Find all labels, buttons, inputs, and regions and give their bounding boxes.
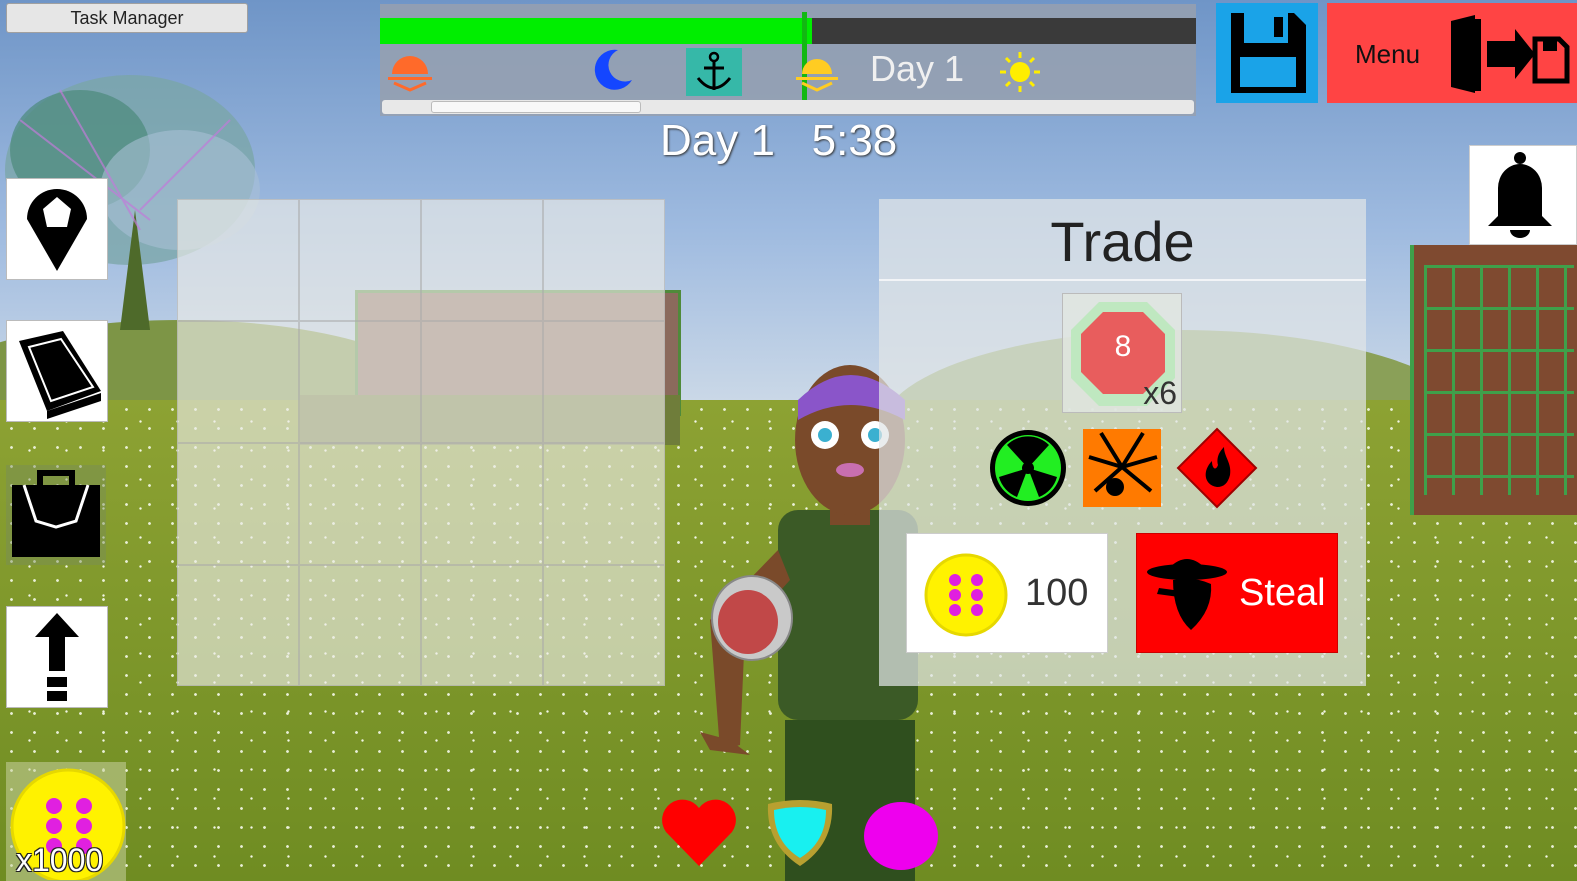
flammable-icon [1176, 427, 1258, 509]
anchor-icon [696, 51, 732, 90]
time-progress-track [380, 18, 1196, 44]
sidebar-upgrade-button[interactable] [6, 606, 108, 708]
trade-item-slot[interactable]: 8 x6 [1062, 293, 1182, 413]
backpack-icon [12, 470, 100, 557]
book-icon [19, 331, 101, 419]
inventory-slot[interactable] [421, 199, 543, 321]
buy-price: 100 [1025, 572, 1089, 614]
inventory-slot[interactable] [299, 443, 421, 565]
inventory-slot[interactable] [543, 199, 665, 321]
currency-slot: x1000 [6, 762, 126, 881]
sidebar-backpack-button[interactable] [6, 465, 106, 565]
floppy-disk-icon [1231, 13, 1306, 93]
currency-amount: x1000 [16, 842, 104, 878]
up-arrow-icon [35, 613, 79, 701]
trade-title: Trade [1050, 210, 1195, 273]
radioactive-icon [990, 430, 1066, 506]
steal-button[interactable]: Steal [1136, 533, 1338, 653]
task-manager-label: Task Manager [70, 7, 184, 28]
sun-icon [1000, 52, 1040, 92]
sidebar-book-button[interactable] [6, 320, 108, 422]
inventory-slot[interactable] [299, 199, 421, 321]
inventory-slot[interactable] [177, 565, 299, 686]
explosive-icon [1083, 429, 1161, 507]
map-pin-icon [27, 189, 87, 271]
inventory-slot[interactable] [421, 443, 543, 565]
thief-icon [1147, 559, 1227, 630]
clock-display: Day 1 5:38 [660, 116, 897, 166]
inventory-slot[interactable] [177, 199, 299, 321]
sidebar-map-button[interactable] [6, 178, 108, 280]
inventory-slot[interactable] [421, 565, 543, 686]
time-scroll-thumb[interactable] [430, 101, 641, 113]
trade-divider [879, 279, 1366, 281]
bell-icon [1488, 152, 1552, 238]
building-right [1410, 245, 1577, 515]
trade-item-count: x6 [1143, 375, 1177, 411]
notifications-button[interactable] [1469, 145, 1577, 245]
buy-button[interactable]: 100 [906, 533, 1108, 653]
shield-icon [767, 800, 833, 866]
inventory-slot[interactable] [299, 321, 421, 443]
sunrise-icon [796, 59, 838, 92]
task-manager-button[interactable]: Task Manager [6, 3, 248, 33]
inventory-slot[interactable] [177, 443, 299, 565]
inventory-slot[interactable] [543, 443, 665, 565]
time-progress-fill [380, 18, 813, 44]
inventory-slot[interactable] [299, 565, 421, 686]
day-label: Day 1 [870, 48, 965, 89]
anchor-button[interactable] [686, 48, 742, 96]
time-scrollbar[interactable] [382, 100, 1194, 114]
clock-time: 5:38 [811, 116, 898, 165]
inventory-slot[interactable] [177, 321, 299, 443]
save-button[interactable] [1216, 3, 1318, 103]
inventory-slot[interactable] [543, 565, 665, 686]
mana-orb-icon [864, 802, 938, 870]
exit-save-icon [1451, 15, 1570, 93]
menu-label: Menu [1355, 39, 1421, 69]
svg-text:8: 8 [1115, 330, 1132, 363]
time-bar-panel: Day 1 [380, 4, 1196, 116]
inventory-grid [177, 199, 665, 686]
trade-panel: Trade 8 x6 100 Steal [879, 199, 1366, 686]
inventory-slot[interactable] [421, 321, 543, 443]
sunset-icon [388, 56, 432, 92]
coin-icon [924, 553, 1008, 637]
menu-button[interactable]: Menu [1327, 3, 1577, 103]
steal-label: Steal [1239, 572, 1326, 614]
inventory-slot[interactable] [543, 321, 665, 443]
moon-icon [594, 49, 632, 90]
heart-icon [662, 799, 736, 866]
clock-day: Day 1 [660, 116, 775, 165]
